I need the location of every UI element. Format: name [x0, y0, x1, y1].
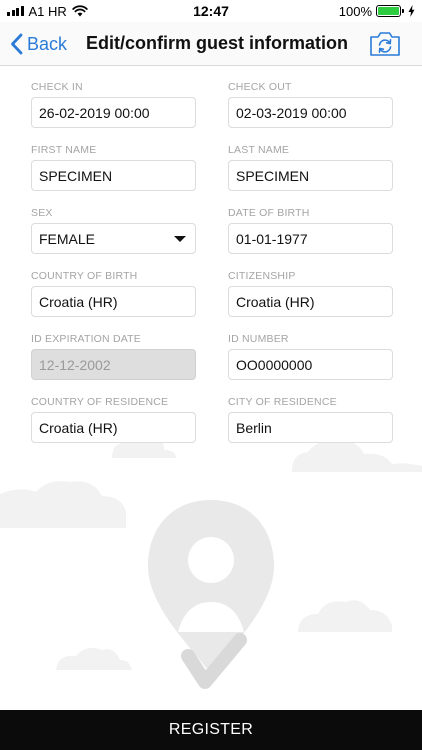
- country-of-birth-field: COUNTRY OF BIRTH Croatia (HR): [31, 269, 196, 332]
- last-name-label: LAST NAME: [228, 144, 290, 156]
- id-expiration-date-field: ID EXPIRATION DATE 12-12-2002: [31, 332, 196, 395]
- city-of-residence-field: CITY OF RESIDENCE Berlin: [228, 395, 393, 458]
- register-button[interactable]: REGISTER: [0, 710, 422, 750]
- check-in-label: CHECK IN: [31, 81, 83, 93]
- date-of-birth-field: DATE OF BIRTH 01-01-1977: [228, 206, 393, 269]
- form-row: COUNTRY OF RESIDENCE Croatia (HR) CITY O…: [31, 395, 393, 458]
- check-out-label: CHECK OUT: [228, 81, 292, 93]
- form-row: ID EXPIRATION DATE 12-12-2002 ID NUMBER …: [31, 332, 393, 395]
- signal-icon: [7, 6, 24, 16]
- country-of-residence-field: COUNTRY OF RESIDENCE Croatia (HR): [31, 395, 196, 458]
- check-in-input[interactable]: 26-02-2019 00:00: [31, 97, 196, 128]
- status-right: 100%: [339, 4, 415, 19]
- citizenship-input[interactable]: Croatia (HR): [228, 286, 393, 317]
- id-number-field: ID NUMBER OO0000000: [228, 332, 393, 395]
- form-row: SEX FEMALE DATE OF BIRTH 01-01-1977: [31, 206, 393, 269]
- carrier-label: A1 HR: [28, 3, 67, 19]
- battery-percent: 100%: [338, 3, 372, 19]
- citizenship-field: CITIZENSHIP Croatia (HR): [228, 269, 393, 332]
- guest-form: CHECK IN 26-02-2019 00:00 CHECK OUT 02-0…: [31, 80, 393, 458]
- form-row: FIRST NAME SPECIMEN LAST NAME SPECIMEN: [31, 143, 393, 206]
- check-out-input[interactable]: 02-03-2019 00:00: [228, 97, 393, 128]
- battery-icon: [376, 5, 404, 17]
- chevron-left-icon: [11, 33, 23, 55]
- country-of-birth-input[interactable]: Croatia (HR): [31, 286, 196, 317]
- bolt-icon: [408, 5, 415, 17]
- check-in-field: CHECK IN 26-02-2019 00:00: [31, 80, 196, 143]
- id-number-label: ID NUMBER: [228, 333, 289, 345]
- citizenship-label: CITIZENSHIP: [228, 270, 296, 282]
- country-of-residence-input[interactable]: Croatia (HR): [31, 412, 196, 443]
- sex-value: FEMALE: [39, 230, 96, 247]
- first-name-label: FIRST NAME: [31, 144, 97, 156]
- background-illustration: [0, 433, 422, 689]
- check-out-field: CHECK OUT 02-03-2019 00:00: [228, 80, 393, 143]
- status-bar: A1 HR 12:47 100%: [0, 0, 422, 22]
- date-of-birth-label: DATE OF BIRTH: [228, 207, 310, 219]
- date-of-birth-input[interactable]: 01-01-1977: [228, 223, 393, 254]
- camera-rotate-icon: [370, 32, 400, 56]
- id-expiration-date-input: 12-12-2002: [31, 349, 196, 380]
- city-of-residence-label: CITY OF RESIDENCE: [228, 396, 337, 408]
- camera-button[interactable]: [368, 30, 402, 58]
- first-name-field: FIRST NAME SPECIMEN: [31, 143, 196, 206]
- first-name-input[interactable]: SPECIMEN: [31, 160, 196, 191]
- sex-field: SEX FEMALE: [31, 206, 196, 269]
- country-of-birth-label: COUNTRY OF BIRTH: [31, 270, 138, 282]
- dropdown-caret-icon: [174, 235, 186, 242]
- wifi-icon: [72, 5, 88, 17]
- navigation-bar: Back Edit/confirm guest information: [0, 22, 422, 66]
- form-row: CHECK IN 26-02-2019 00:00 CHECK OUT 02-0…: [31, 80, 393, 143]
- back-button[interactable]: Back: [10, 30, 67, 58]
- last-name-field: LAST NAME SPECIMEN: [228, 143, 393, 206]
- sex-select[interactable]: FEMALE: [31, 223, 196, 254]
- page-title: Edit/confirm guest information: [86, 33, 349, 53]
- last-name-input[interactable]: SPECIMEN: [228, 160, 393, 191]
- back-label: Back: [27, 33, 68, 54]
- form-row: COUNTRY OF BIRTH Croatia (HR) CITIZENSHI…: [31, 269, 393, 332]
- sex-label: SEX: [31, 207, 53, 219]
- city-of-residence-input[interactable]: Berlin: [228, 412, 393, 443]
- id-expiration-date-label: ID EXPIRATION DATE: [31, 333, 141, 345]
- country-of-residence-label: COUNTRY OF RESIDENCE: [31, 396, 169, 408]
- status-left: A1 HR: [7, 4, 88, 19]
- id-number-input[interactable]: OO0000000: [228, 349, 393, 380]
